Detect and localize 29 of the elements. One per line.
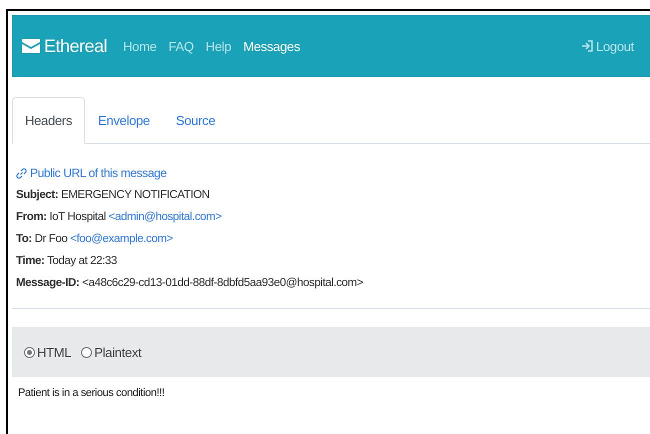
public-url-link[interactable]: Public URL of this message [16,166,650,180]
header-label: Time: [16,255,44,267]
envelope-icon [22,39,40,53]
header-value: Today at 22:33 [47,255,117,267]
header-label: Message-ID: [16,277,80,289]
format-radio[interactable]: HTML [24,344,72,360]
message-body: Patient is in a serious condition!!! [17,386,166,399]
header-value: <a48c6c29-cd13-01dd-88df-8dbfd5aa93e0@hospital.com> [82,277,364,289]
header-label: From: [16,211,47,223]
tab[interactable]: Envelope [85,97,163,143]
header-value: IoT Hospital [49,211,106,223]
tab[interactable]: Headers [12,97,86,144]
nav-link[interactable]: Messages [243,38,300,54]
email-link[interactable]: <foo@example.com> [70,233,173,245]
link-icon [16,168,27,178]
brand-name: Ethereal [44,36,108,56]
logout-icon [582,40,594,52]
email-link[interactable]: <admin@hospital.com> [108,211,222,223]
header-label: Subject: [16,189,58,201]
tab[interactable]: Source [162,97,228,143]
brand[interactable]: Ethereal [22,36,108,56]
nav-link[interactable]: FAQ [168,38,194,54]
format-radio[interactable]: Plaintext [81,344,142,360]
header-label: To: [16,233,32,245]
header-value: EMERGENCY NOTIFICATION [60,189,210,201]
header-value: Dr Foo [34,233,68,245]
logout-link[interactable]: Logout [582,38,634,54]
nav-link[interactable]: Home [123,38,157,54]
nav-link[interactable]: Help [206,38,232,54]
